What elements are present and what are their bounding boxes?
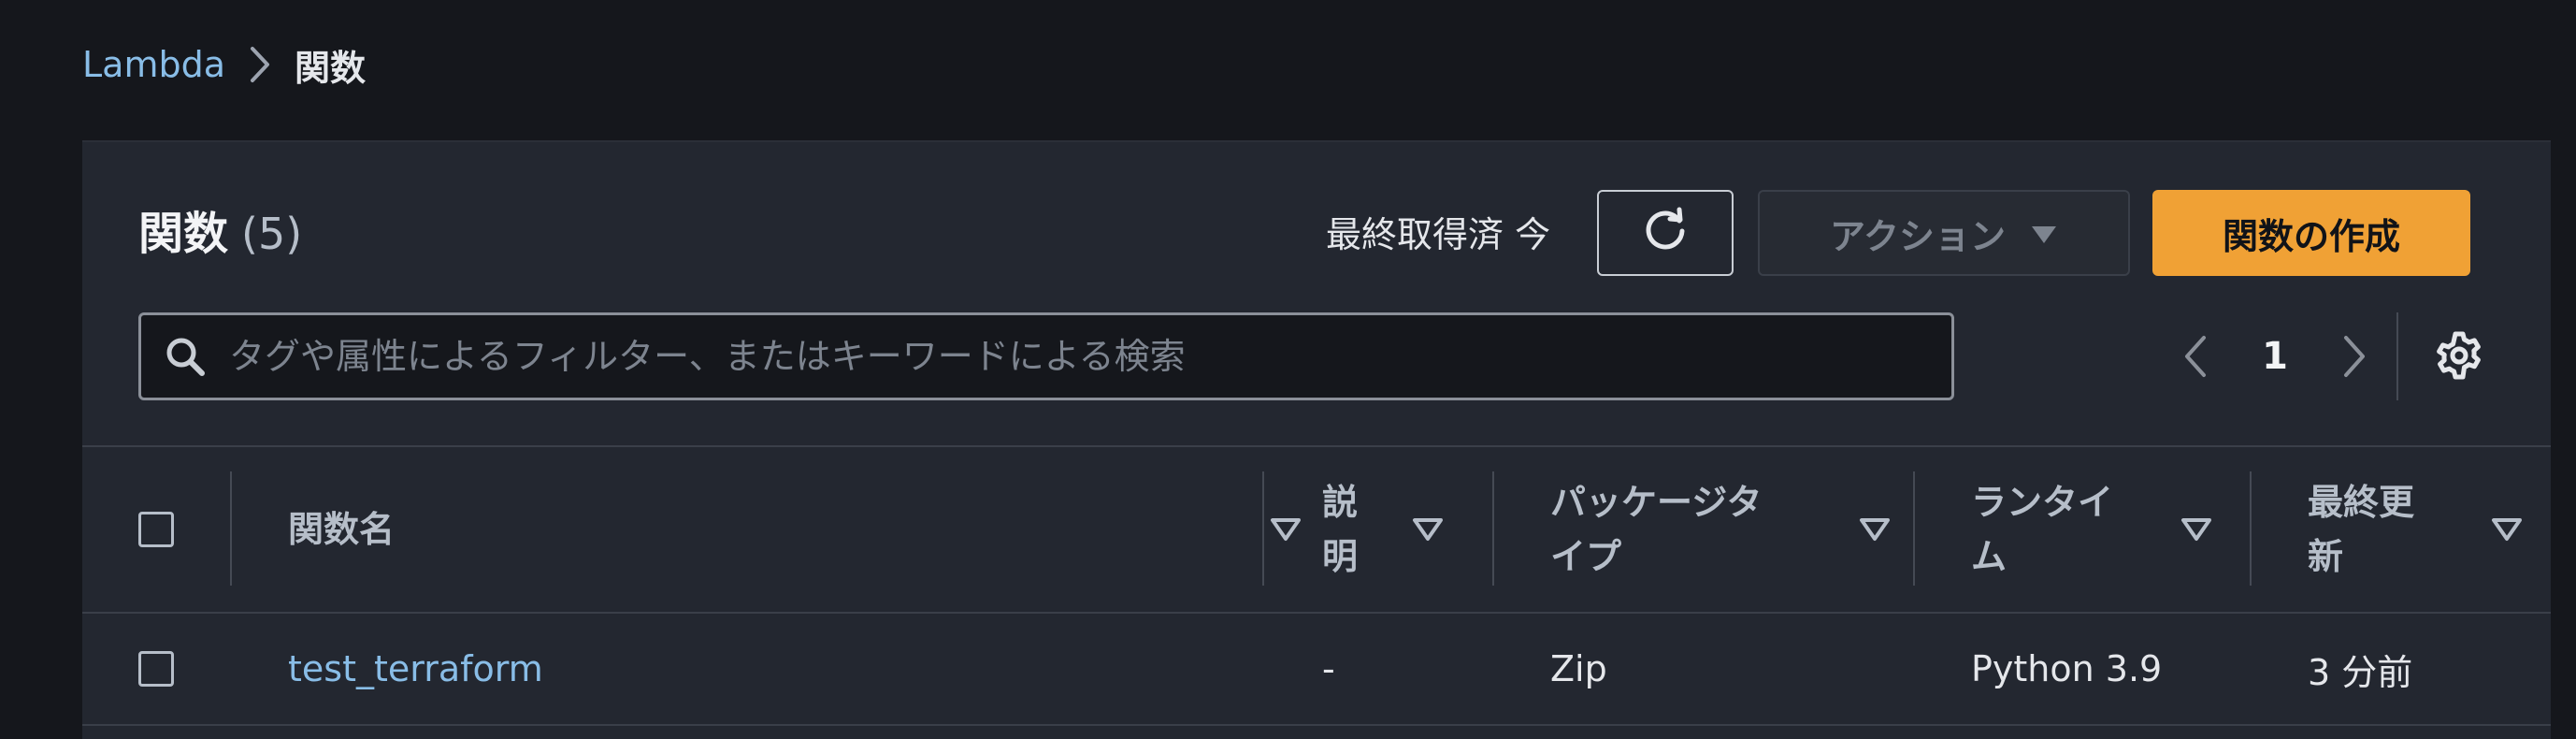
refresh-button[interactable]	[1597, 190, 1734, 276]
package-type-cell: Zip	[1550, 614, 1915, 724]
breadcrumb: Lambda 関数	[82, 41, 367, 89]
search-field[interactable]	[138, 312, 1954, 400]
column-header-package-type[interactable]: パッケージタ イプ	[1550, 447, 1934, 612]
sort-caret-icon	[1859, 517, 1891, 542]
column-header-description[interactable]: 説 明	[1322, 447, 1490, 612]
preferences-button[interactable]	[2429, 327, 2489, 387]
function-name-cell: test_terraform	[288, 614, 1260, 724]
column-resizer[interactable]	[1913, 471, 1915, 586]
function-name-link[interactable]: test_terraform	[288, 648, 543, 689]
column-resizer[interactable]	[1262, 471, 1264, 586]
description-value: -	[1322, 648, 1335, 689]
functions-panel: 関数 (5) 最終取得済 今 アクション 関数の作成 タグや属性によるフィルター…	[82, 140, 2551, 739]
row-checkbox[interactable]	[138, 651, 174, 687]
package-type-value: Zip	[1550, 648, 1607, 689]
breadcrumb-current: 関数	[295, 47, 367, 89]
last-modified-cell: 3 分前	[2308, 614, 2549, 724]
runtime-cell: Python 3.9	[1971, 614, 2252, 724]
functions-table: 関数名 説 明 パッケージタ イプ ランタイ ム 最終更 新 test_terr…	[82, 445, 2551, 726]
function-count: (5)	[241, 209, 303, 259]
pagination: 1	[2167, 312, 2382, 400]
chevron-left-icon	[2185, 336, 2206, 377]
create-function-button[interactable]: 関数の作成	[2152, 190, 2470, 276]
refresh-icon	[1641, 207, 1690, 259]
actions-dropdown-button[interactable]: アクション	[1758, 190, 2130, 276]
previous-page-button[interactable]	[2167, 328, 2223, 384]
sort-caret-icon	[2180, 517, 2212, 542]
column-header-last-modified[interactable]: 最終更 新	[2308, 447, 2549, 612]
current-page-number[interactable]: 1	[2223, 335, 2326, 378]
column-resizer[interactable]	[230, 471, 232, 586]
gear-icon	[2434, 330, 2484, 384]
column-resizer[interactable]	[2250, 471, 2252, 586]
breadcrumb-link-lambda[interactable]: Lambda	[82, 44, 225, 85]
row-select-cell	[138, 614, 176, 724]
search-icon	[164, 335, 207, 378]
column-label-function-name: 関数名	[288, 509, 396, 550]
runtime-value: Python 3.9	[1971, 648, 2163, 689]
select-all-cell	[138, 447, 176, 612]
lambda-functions-page: Lambda 関数 関数 (5) 最終取得済 今 アクション 関数の作成 タグや…	[0, 0, 2576, 739]
chevron-right-icon	[250, 46, 270, 83]
last-fetched-status: 最終取得済 今	[1326, 214, 1551, 255]
chevron-right-icon	[2344, 336, 2365, 377]
sort-caret-icon	[1412, 517, 1444, 542]
column-label-last-modified: 最終更 新	[2308, 482, 2415, 577]
panel-header: 関数 (5)	[138, 196, 302, 262]
next-page-button[interactable]	[2326, 328, 2382, 384]
column-header-runtime[interactable]: ランタイ ム	[1971, 447, 2252, 612]
page-title: 関数	[138, 208, 229, 260]
search-input[interactable]	[227, 335, 1895, 378]
sort-caret-icon	[1270, 517, 1302, 542]
select-all-checkbox[interactable]	[138, 512, 174, 547]
sort-caret-icon	[2491, 517, 2523, 542]
column-header-function-name[interactable]: 関数名	[288, 447, 1345, 612]
column-label-package-type: パッケージタ イプ	[1550, 482, 1763, 577]
column-label-runtime: ランタイ ム	[1971, 482, 2114, 577]
table-header-row: 関数名 説 明 パッケージタ イプ ランタイ ム 最終更 新	[82, 447, 2551, 614]
actions-label: アクション	[1829, 215, 2007, 257]
column-label-description: 説 明	[1322, 482, 1359, 577]
caret-down-icon	[2030, 212, 2058, 254]
toolbar-divider	[2396, 312, 2398, 400]
table-row[interactable]: test_terraform - Zip Python 3.9 3 分前	[82, 614, 2551, 726]
description-cell: -	[1322, 614, 1490, 724]
column-resizer[interactable]	[1492, 471, 1494, 586]
last-modified-value: 3 分前	[2308, 651, 2413, 693]
